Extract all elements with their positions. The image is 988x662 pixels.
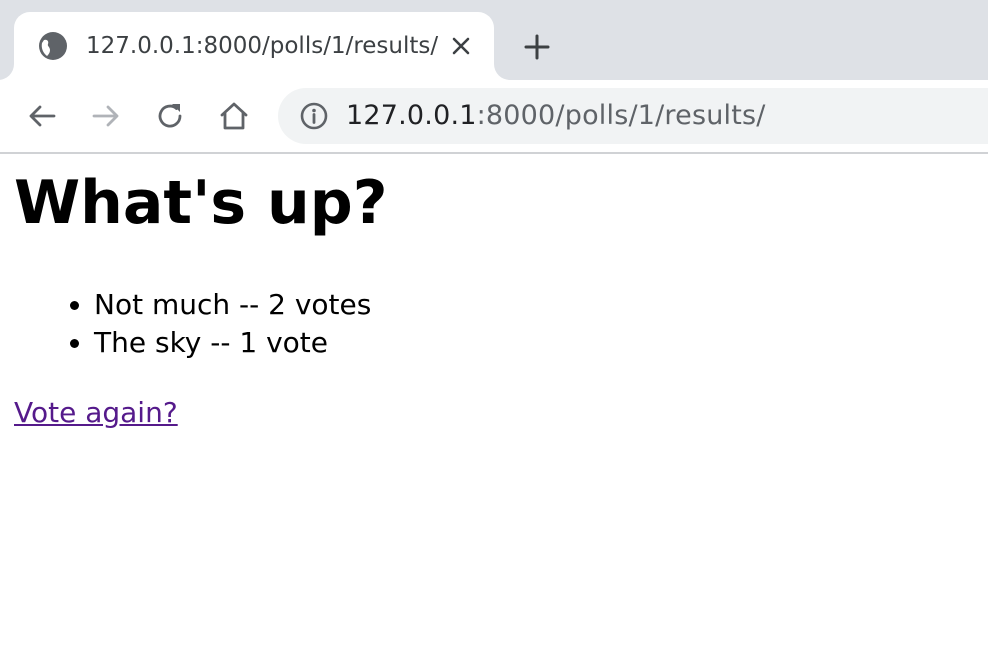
globe-icon [39,32,67,60]
vote-again-link[interactable]: Vote again? [14,394,178,432]
tab-title: 127.0.0.1:8000/polls/1/results/ [86,33,439,59]
tab-strip: 127.0.0.1:8000/polls/1/results/ [0,0,988,80]
reload-icon[interactable] [152,98,188,134]
page-content: What's up? Not much -- 2 votes The sky -… [0,154,988,662]
plus-icon[interactable] [520,30,554,64]
url-text[interactable]: 127.0.0.1:8000/polls/1/results/ [346,100,766,132]
page-title: What's up? [14,168,388,238]
url-host: 127.0.0.1 [346,100,477,131]
list-item: The sky -- 1 vote [94,324,371,362]
close-icon[interactable] [448,33,474,59]
active-tab[interactable]: 127.0.0.1:8000/polls/1/results/ [14,12,494,80]
home-icon[interactable] [216,98,252,134]
list-item: Not much -- 2 votes [94,286,371,324]
browser-toolbar: 127.0.0.1:8000/polls/1/results/ [0,80,988,154]
arrow-right-icon[interactable] [88,98,124,134]
browser-window: 127.0.0.1:8000/polls/1/results/ 127.0.0.… [0,0,988,662]
results-list: Not much -- 2 votes The sky -- 1 vote [0,286,371,362]
url-path: :8000/polls/1/results/ [476,100,766,131]
address-bar[interactable]: 127.0.0.1:8000/polls/1/results/ [278,88,988,144]
arrow-left-icon[interactable] [24,98,60,134]
info-icon[interactable] [298,100,330,132]
